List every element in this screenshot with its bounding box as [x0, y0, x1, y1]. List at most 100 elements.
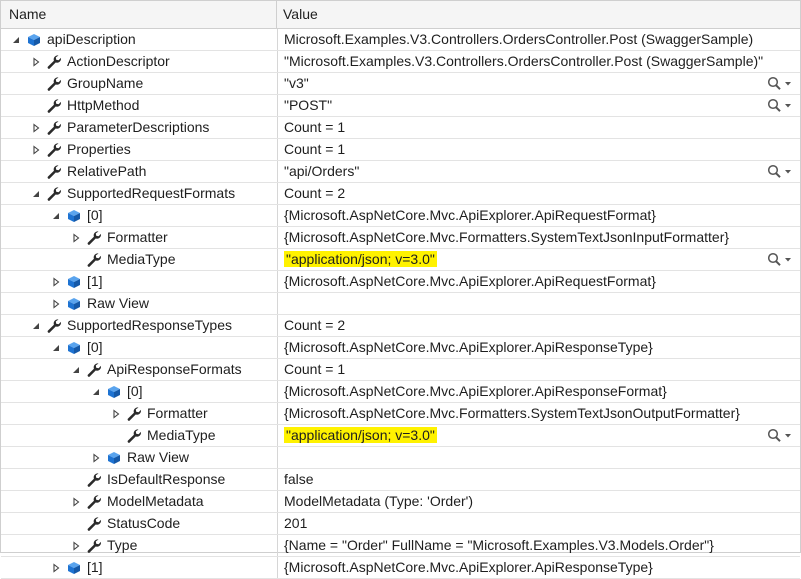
- tree-row[interactable]: Formatter {Microsoft.AspNetCore.Mvc.Forma…: [1, 227, 800, 249]
- tree-row[interactable]: [1] {Microsoft.AspNetCore.Mvc.ApiExplorer…: [1, 271, 800, 293]
- value-cell[interactable]: Microsoft.Examples.V3.Controllers.Orders…: [278, 29, 800, 50]
- row-value-text: Count = 2: [284, 185, 346, 201]
- visualizer-magnifier-icon[interactable]: [766, 252, 794, 267]
- row-value-text: {Microsoft.AspNetCore.Mvc.ApiExplorer.Ap…: [284, 383, 667, 399]
- name-cell: Properties: [1, 139, 278, 160]
- tree-row[interactable]: [0] {Microsoft.AspNetCore.Mvc.ApiExplorer…: [1, 381, 800, 403]
- tree-row[interactable]: Raw View: [1, 293, 800, 315]
- value-cell[interactable]: {Microsoft.AspNetCore.Mvc.ApiExplorer.Ap…: [278, 557, 800, 578]
- tree-row[interactable]: ApiResponseFormats Count = 1: [1, 359, 800, 381]
- value-cell[interactable]: 201: [278, 513, 800, 534]
- tree-row[interactable]: StatusCode 201: [1, 513, 800, 535]
- tree-row[interactable]: [1] {Microsoft.AspNetCore.Mvc.ApiExplorer…: [1, 557, 800, 579]
- tree-row[interactable]: SupportedResponseTypes Count = 2: [1, 315, 800, 337]
- value-cell[interactable]: "application/json; v=3.0": [278, 249, 800, 270]
- visualizer-magnifier-icon[interactable]: [766, 98, 794, 113]
- value-cell[interactable]: {Microsoft.AspNetCore.Mvc.Formatters.Sys…: [278, 403, 800, 424]
- expand-arrow-icon[interactable]: [29, 51, 43, 72]
- name-cell: GroupName: [1, 73, 278, 94]
- name-cell: [1]: [1, 271, 278, 292]
- wrench-icon: [85, 229, 103, 247]
- tree-row[interactable]: ModelMetadata ModelMetadata (Type: 'Order…: [1, 491, 800, 513]
- row-name-label: Raw View: [127, 449, 189, 465]
- tree-row[interactable]: SupportedRequestFormats Count = 2: [1, 183, 800, 205]
- tree-row[interactable]: IsDefaultResponse false: [1, 469, 800, 491]
- object-icon: [65, 339, 83, 357]
- tree-row[interactable]: ActionDescriptor "Microsoft.Examples.V3.C…: [1, 51, 800, 73]
- value-cell[interactable]: {Microsoft.AspNetCore.Mvc.ApiExplorer.Ap…: [278, 205, 800, 226]
- expand-arrow-icon[interactable]: [69, 227, 83, 248]
- tree-row[interactable]: MediaType "application/json; v=3.0": [1, 425, 800, 447]
- collapse-arrow-icon[interactable]: [49, 337, 63, 358]
- value-cell[interactable]: ModelMetadata (Type: 'Order'): [278, 491, 800, 512]
- value-cell[interactable]: [278, 293, 800, 314]
- name-cell: MediaType: [1, 249, 278, 270]
- value-cell[interactable]: "POST": [278, 95, 800, 116]
- name-cell: ActionDescriptor: [1, 51, 278, 72]
- value-cell[interactable]: {Microsoft.AspNetCore.Mvc.ApiExplorer.Ap…: [278, 271, 800, 292]
- value-cell[interactable]: Count = 1: [278, 139, 800, 160]
- tree-row[interactable]: RelativePath "api/Orders": [1, 161, 800, 183]
- value-cell[interactable]: {Microsoft.AspNetCore.Mvc.ApiExplorer.Ap…: [278, 381, 800, 402]
- tree-row[interactable]: Type {Name = "Order" FullName = "Microsof…: [1, 535, 800, 557]
- name-column-header[interactable]: Name: [1, 1, 277, 28]
- value-cell[interactable]: false: [278, 469, 800, 490]
- row-name-label: [0]: [87, 339, 103, 355]
- value-cell[interactable]: {Microsoft.AspNetCore.Mvc.Formatters.Sys…: [278, 227, 800, 248]
- collapse-arrow-icon[interactable]: [89, 381, 103, 402]
- row-value-text: Count = 1: [284, 361, 346, 377]
- object-icon: [65, 559, 83, 577]
- value-cell[interactable]: Count = 2: [278, 183, 800, 204]
- expand-arrow-icon[interactable]: [29, 139, 43, 160]
- value-cell[interactable]: "application/json; v=3.0": [278, 425, 800, 446]
- value-cell[interactable]: Count = 1: [278, 117, 800, 138]
- tree-row[interactable]: Formatter {Microsoft.AspNetCore.Mvc.Forma…: [1, 403, 800, 425]
- value-cell[interactable]: Count = 1: [278, 359, 800, 380]
- tree-row[interactable]: MediaType "application/json; v=3.0": [1, 249, 800, 271]
- row-value-text: Count = 2: [284, 317, 346, 333]
- collapse-arrow-icon[interactable]: [29, 183, 43, 204]
- collapse-arrow-icon[interactable]: [9, 29, 23, 50]
- collapse-arrow-icon[interactable]: [49, 205, 63, 226]
- expand-arrow-icon[interactable]: [49, 293, 63, 314]
- tree-row[interactable]: ParameterDescriptions Count = 1: [1, 117, 800, 139]
- expand-arrow-icon[interactable]: [29, 117, 43, 138]
- name-cell: [0]: [1, 381, 278, 402]
- collapse-arrow-icon[interactable]: [29, 315, 43, 336]
- object-icon: [65, 295, 83, 313]
- row-value-text: {Microsoft.AspNetCore.Mvc.ApiExplorer.Ap…: [284, 207, 656, 223]
- wrench-icon: [85, 537, 103, 555]
- visualizer-magnifier-icon[interactable]: [766, 164, 794, 179]
- wrench-icon: [85, 471, 103, 489]
- value-cell[interactable]: "api/Orders": [278, 161, 800, 182]
- expand-arrow-icon[interactable]: [69, 491, 83, 512]
- expand-arrow-icon[interactable]: [109, 403, 123, 424]
- value-cell[interactable]: Count = 2: [278, 315, 800, 336]
- tree-row[interactable]: Properties Count = 1: [1, 139, 800, 161]
- tree-row[interactable]: Raw View: [1, 447, 800, 469]
- row-name-label: IsDefaultResponse: [107, 471, 226, 487]
- tree-row[interactable]: [0] {Microsoft.AspNetCore.Mvc.ApiExplorer…: [1, 337, 800, 359]
- row-name-label: SupportedResponseTypes: [67, 317, 232, 333]
- value-cell[interactable]: "Microsoft.Examples.V3.Controllers.Order…: [278, 51, 800, 72]
- tree-row[interactable]: [0] {Microsoft.AspNetCore.Mvc.ApiExplorer…: [1, 205, 800, 227]
- row-name-label: Raw View: [87, 295, 149, 311]
- expand-arrow-icon[interactable]: [49, 271, 63, 292]
- row-value-text: Count = 1: [284, 119, 346, 135]
- value-cell[interactable]: [278, 447, 800, 468]
- value-cell[interactable]: {Microsoft.AspNetCore.Mvc.ApiExplorer.Ap…: [278, 337, 800, 358]
- watch-rows: apiDescription Microsoft.Examples.V3.Cont…: [1, 29, 800, 579]
- value-column-header[interactable]: Value: [277, 1, 800, 28]
- visualizer-magnifier-icon[interactable]: [766, 76, 794, 91]
- object-icon: [65, 273, 83, 291]
- row-name-label: [1]: [87, 273, 103, 289]
- expand-arrow-icon[interactable]: [89, 447, 103, 468]
- value-cell[interactable]: "v3": [278, 73, 800, 94]
- tree-row[interactable]: GroupName "v3": [1, 73, 800, 95]
- tree-row[interactable]: apiDescription Microsoft.Examples.V3.Cont…: [1, 29, 800, 51]
- visualizer-magnifier-icon[interactable]: [766, 428, 794, 443]
- collapse-arrow-icon[interactable]: [69, 359, 83, 380]
- expand-arrow-icon[interactable]: [49, 557, 63, 578]
- tree-row[interactable]: HttpMethod "POST": [1, 95, 800, 117]
- row-name-label: ActionDescriptor: [67, 53, 170, 69]
